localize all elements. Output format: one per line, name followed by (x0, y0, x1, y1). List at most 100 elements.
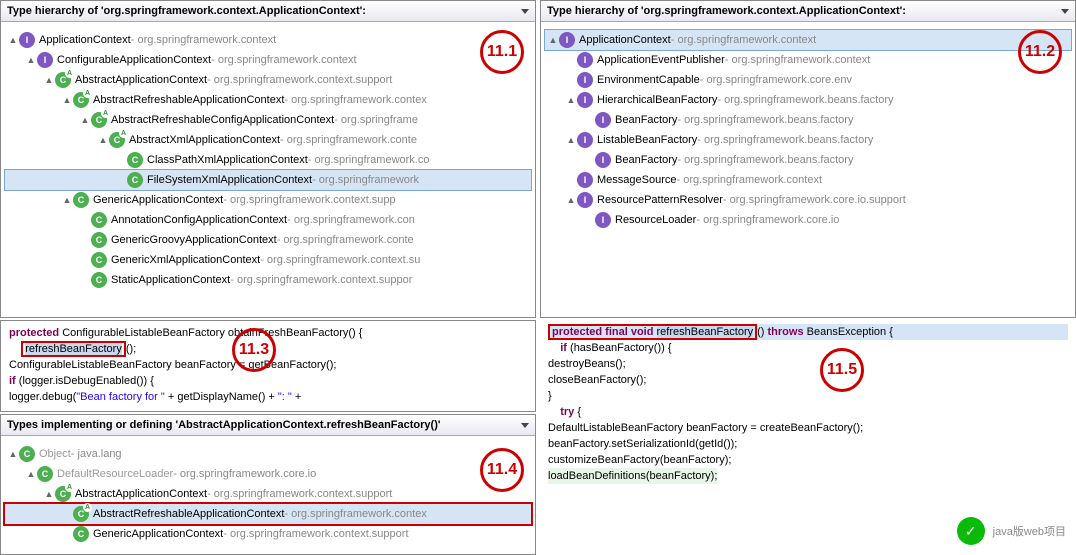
type-name: HierarchicalBeanFactory (597, 90, 717, 110)
badge-11-2: 11.2 (1018, 30, 1062, 74)
twisty-icon[interactable]: ▲ (565, 90, 577, 110)
view-menu-icon[interactable] (521, 9, 529, 14)
twisty-icon[interactable]: ▲ (7, 444, 19, 464)
tree-item-BeanFactory[interactable]: IBeanFactory - org.springframework.beans… (545, 110, 1071, 130)
package-name: - org.springframework.context (677, 170, 823, 190)
tree-item-MessageSource[interactable]: IMessageSource - org.springframework.con… (545, 170, 1071, 190)
twisty-icon[interactable]: ▲ (97, 130, 109, 150)
twisty-icon[interactable]: ▲ (565, 130, 577, 150)
class-icon: C (73, 526, 89, 542)
code-line: } (548, 388, 1068, 404)
code-line: destroyBeans(); (548, 356, 1068, 372)
package-name: - org.springframework.beans.factory (697, 130, 873, 150)
tree-item-ApplicationEventPublisher[interactable]: IApplicationEventPublisher - org.springf… (545, 50, 1071, 70)
tree-item-AbstractRefreshableConfigApplicationContext[interactable]: ▲CAAbstractRefreshableConfigApplicationC… (5, 110, 531, 130)
call-refreshBeanFactory[interactable]: refreshBeanFactory (25, 343, 122, 355)
interface-icon: I (577, 92, 593, 108)
class-icon: C (19, 446, 35, 462)
panel-header: Type hierarchy of 'org.springframework.c… (1, 1, 535, 22)
package-name: - org.springframework.context.suppor (230, 270, 412, 290)
twisty-icon[interactable]: ▲ (547, 30, 559, 50)
package-name: - org.springframework (312, 170, 419, 190)
type-hierarchy-panel-subtypes: Type hierarchy of 'org.springframework.c… (0, 0, 536, 318)
type-name: AbstractRefreshableApplicationContext (93, 90, 284, 110)
twisty-icon[interactable]: ▲ (61, 190, 73, 210)
twisty-icon[interactable]: ▲ (565, 190, 577, 210)
class-icon: CA (91, 112, 107, 128)
package-name: - org.springframework.co (308, 150, 430, 170)
type-tree[interactable]: ▲IApplicationContext - org.springframewo… (1, 22, 535, 314)
tree-item-DefaultResourceLoader[interactable]: ▲CDefaultResourceLoader - org.springfram… (5, 464, 531, 484)
tree-item-AnnotationConfigApplicationContext[interactable]: CAnnotationConfigApplicationContext - or… (5, 210, 531, 230)
code-text: () (757, 326, 767, 338)
tree-item-GenericApplicationContext[interactable]: CGenericApplicationContext - org.springf… (5, 524, 531, 544)
code-text: { (574, 406, 581, 418)
type-name: AbstractApplicationContext (75, 484, 207, 504)
package-name: - org.springframework.beans.factory (677, 150, 853, 170)
tree-item-ResourceLoader[interactable]: IResourceLoader - org.springframework.co… (545, 210, 1071, 230)
twisty-icon[interactable]: ▲ (61, 90, 73, 110)
string-literal: ": " (278, 391, 292, 403)
tree-item-ResourcePatternResolver[interactable]: ▲IResourcePatternResolver - org.springfr… (545, 190, 1071, 210)
tree-item-GenericXmlApplicationContext[interactable]: CGenericXmlApplicationContext - org.spri… (5, 250, 531, 270)
tree-item-ClassPathXmlApplicationContext[interactable]: CClassPathXmlApplicationContext - org.sp… (5, 150, 531, 170)
interface-icon: I (577, 132, 593, 148)
package-name: - org.springframework.core.io (173, 464, 316, 484)
highlighted-line: loadBeanDefinitions(beanFactory); (548, 468, 717, 484)
interface-icon: I (19, 32, 35, 48)
type-name: GenericApplicationContext (93, 190, 223, 210)
wechat-icon: ✓ (957, 517, 985, 545)
tree-item-GenericApplicationContext[interactable]: ▲CGenericApplicationContext - org.spring… (5, 190, 531, 210)
tree-item-AbstractRefreshableApplicationContext[interactable]: CAAbstractRefreshableApplicationContext … (5, 504, 531, 524)
tree-item-AbstractApplicationContext[interactable]: ▲CAAbstractApplicationContext - org.spri… (5, 70, 531, 90)
tree-item-AbstractApplicationContext[interactable]: ▲CAAbstractApplicationContext - org.spri… (5, 484, 531, 504)
code-text: (hasBeanFactory()) { (567, 342, 672, 354)
view-menu-icon[interactable] (521, 423, 529, 428)
tree-item-HierarchicalBeanFactory[interactable]: ▲IHierarchicalBeanFactory - org.springfr… (545, 90, 1071, 110)
kw-throws: throws (768, 326, 804, 338)
string-literal: "Bean factory for " (76, 391, 165, 403)
type-name: ListableBeanFactory (597, 130, 697, 150)
tree-item-EnvironmentCapable[interactable]: IEnvironmentCapable - org.springframewor… (545, 70, 1071, 90)
type-name: GenericGroovyApplicationContext (111, 230, 277, 250)
package-name: - org.springframework.beans.factory (677, 110, 853, 130)
tree-item-AbstractXmlApplicationContext[interactable]: ▲CAAbstractXmlApplicationContext - org.s… (5, 130, 531, 150)
code-text: + getDisplayName() + (165, 391, 278, 403)
twisty-icon[interactable]: ▲ (7, 30, 19, 50)
tree-item-FileSystemXmlApplicationContext[interactable]: CFileSystemXmlApplicationContext - org.s… (5, 170, 531, 190)
twisty-icon[interactable]: ▲ (43, 70, 55, 90)
package-name: - org.springframework.core.env (700, 70, 852, 90)
tree-item-BeanFactory[interactable]: IBeanFactory - org.springframework.beans… (545, 150, 1071, 170)
implementors-panel: Types implementing or defining 'Abstract… (0, 414, 536, 555)
implementors-tree[interactable]: ▲CObject - java.lang▲CDefaultResourceLoa… (1, 436, 535, 551)
tree-item-ApplicationContext[interactable]: ▲IApplicationContext - org.springframewo… (5, 30, 531, 50)
tree-item-StaticApplicationContext[interactable]: CStaticApplicationContext - org.springfr… (5, 270, 531, 290)
package-name: - org.springframework.context (211, 50, 357, 70)
view-menu-icon[interactable] (1061, 9, 1069, 14)
type-tree[interactable]: ▲IApplicationContext - org.springframewo… (541, 22, 1075, 314)
package-name: - org.springframework.beans.factory (717, 90, 893, 110)
tree-item-Object[interactable]: ▲CObject - java.lang (5, 444, 531, 464)
interface-icon: I (559, 32, 575, 48)
twisty-icon[interactable]: ▲ (25, 464, 37, 484)
code-line: closeBeanFactory(); (548, 372, 1068, 388)
tree-item-GenericGroovyApplicationContext[interactable]: CGenericGroovyApplicationContext - org.s… (5, 230, 531, 250)
twisty-icon[interactable]: ▲ (79, 110, 91, 130)
tree-item-ConfigurableApplicationContext[interactable]: ▲IConfigurableApplicationContext - org.s… (5, 50, 531, 70)
type-name: ApplicationContext (39, 30, 131, 50)
badge-11-1: 11.1 (480, 30, 524, 74)
tree-item-ApplicationContext[interactable]: ▲IApplicationContext - org.springframewo… (545, 30, 1071, 50)
package-name: - org.springframework.contex (284, 504, 426, 524)
class-icon: C (73, 192, 89, 208)
code-line: beanFactory.setSerializationId(getId()); (548, 436, 1068, 452)
tree-item-ListableBeanFactory[interactable]: ▲IListableBeanFactory - org.springframew… (545, 130, 1071, 150)
class-icon: CA (109, 132, 125, 148)
twisty-icon[interactable]: ▲ (25, 50, 37, 70)
interface-icon: I (577, 72, 593, 88)
twisty-icon[interactable]: ▲ (43, 484, 55, 504)
interface-icon: I (595, 112, 611, 128)
class-icon: CA (73, 92, 89, 108)
tree-item-AbstractRefreshableApplicationContext[interactable]: ▲CAAbstractRefreshableApplicationContext… (5, 90, 531, 110)
package-name: - org.springframework.core.io (696, 210, 839, 230)
panel-header: Types implementing or defining 'Abstract… (1, 415, 535, 436)
